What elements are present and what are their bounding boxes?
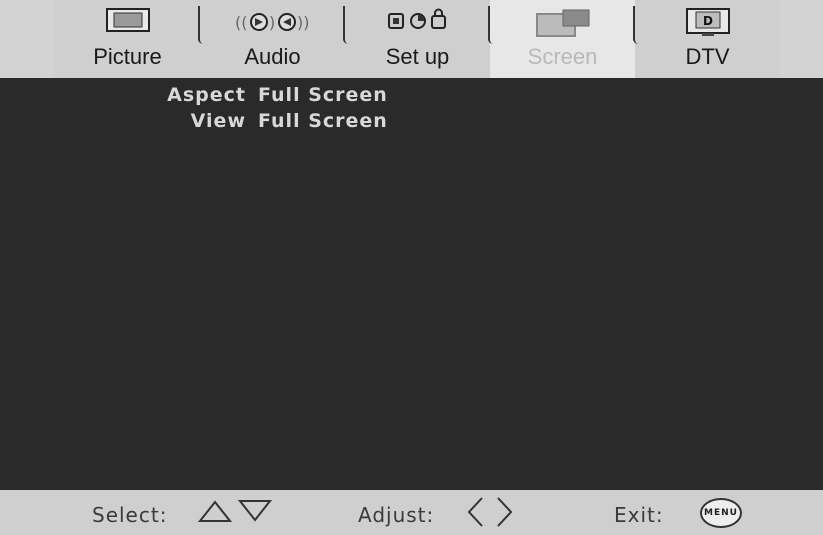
tab-label: Audio xyxy=(244,44,301,69)
setting-value: Full Screen xyxy=(258,110,388,132)
tab-divider xyxy=(488,6,493,44)
adjust-hint-label: Adjust: xyxy=(358,503,435,527)
settings-panel: Aspect Full Screen View Full Screen xyxy=(0,78,823,490)
tab-audio[interactable]: (( ) )) Audio xyxy=(198,0,345,78)
svg-text:((: (( xyxy=(235,13,247,32)
left-arrow-icon xyxy=(466,496,484,533)
setup-icon xyxy=(385,8,451,39)
screen-icon xyxy=(533,8,593,43)
tv-icon xyxy=(105,8,150,39)
tab-label: Picture xyxy=(93,44,162,69)
menu-tab-bar: Picture (( ) )) Audio Set up Screen D DT… xyxy=(0,0,823,78)
svg-text:): ) xyxy=(269,13,275,32)
tab-picture[interactable]: Picture xyxy=(55,0,200,78)
tab-label: Screen xyxy=(527,44,598,69)
down-arrow-icon xyxy=(237,499,273,528)
menu-button-icon: MENU xyxy=(700,498,742,528)
tab-divider xyxy=(343,6,348,44)
setting-value: Full Screen xyxy=(258,84,388,106)
select-hint-label: Select: xyxy=(92,503,168,527)
tab-dtv[interactable]: D DTV xyxy=(633,0,780,78)
right-arrow-icon xyxy=(496,496,514,533)
setting-label: View xyxy=(190,110,246,132)
dtv-icon: D xyxy=(685,8,730,43)
tab-screen[interactable]: Screen xyxy=(488,0,635,78)
exit-hint-label: Exit: xyxy=(614,503,664,527)
speaker-icon: (( ) )) xyxy=(225,8,321,41)
tab-setup[interactable]: Set up xyxy=(343,0,490,78)
tab-divider xyxy=(633,6,638,44)
up-arrow-icon xyxy=(197,499,233,528)
tab-label: DTV xyxy=(685,44,730,69)
tab-divider xyxy=(198,6,203,44)
dtv-icon-letter: D xyxy=(703,14,713,28)
setting-label: Aspect xyxy=(167,84,246,106)
tab-label: Set up xyxy=(385,44,450,69)
hint-bar: Select: Adjust: Exit: MENU xyxy=(0,490,823,535)
svg-text:)): )) xyxy=(297,13,309,32)
